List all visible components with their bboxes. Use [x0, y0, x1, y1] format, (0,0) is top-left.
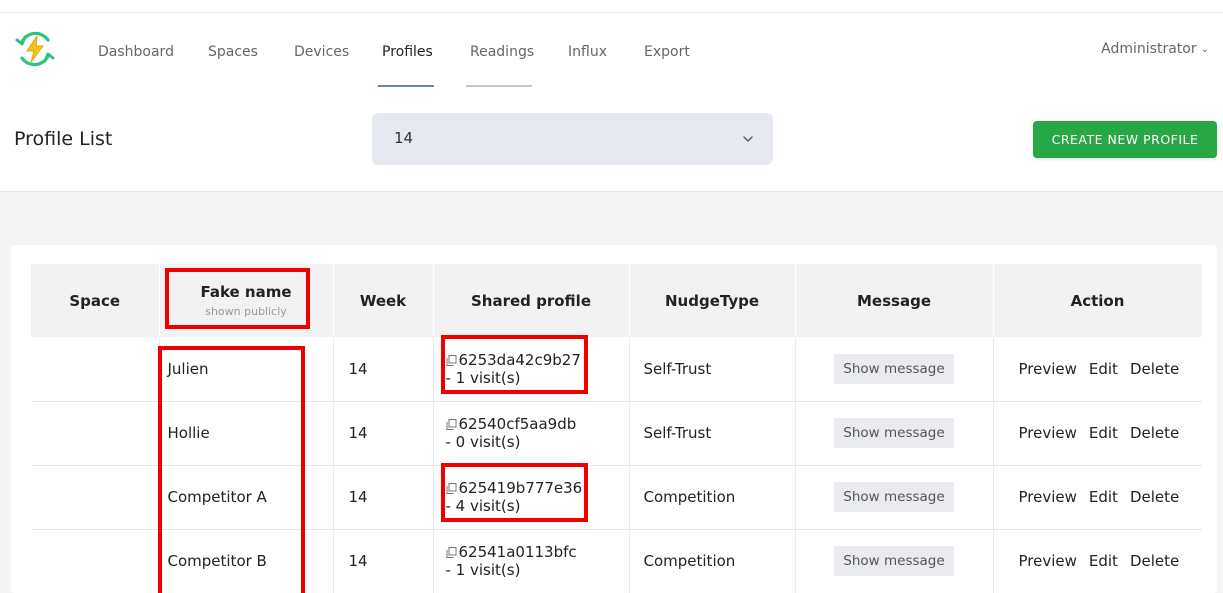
shared-profile-link[interactable]: 62540cf5aa9db	[446, 415, 629, 433]
nudge-type-cell: Competition	[628, 529, 795, 593]
space-cell	[31, 337, 159, 402]
nav-spaces[interactable]: Spaces	[208, 44, 258, 60]
show-message-button[interactable]: Show message	[834, 546, 954, 576]
fake-name-cell: Julien	[158, 337, 333, 402]
preview-link[interactable]: Preview	[1019, 488, 1077, 506]
space-cell	[31, 401, 159, 466]
col-header-nudge-type: NudgeType	[629, 264, 796, 337]
app-logo-icon[interactable]	[14, 28, 56, 70]
space-cell	[31, 465, 159, 530]
show-message-button[interactable]: Show message	[834, 482, 954, 512]
shared-profile-id: 62541a0113bfc	[458, 543, 577, 561]
shared-profile-cell: 62541a0113bfc - 1 visit(s)	[432, 529, 629, 593]
page-title: Profile List	[14, 128, 113, 150]
fake-name-sublabel: shown publicly	[205, 305, 287, 318]
preview-link[interactable]: Preview	[1019, 360, 1077, 378]
delete-link[interactable]: Delete	[1130, 424, 1179, 442]
shared-profile-id: 6253da42c9b27	[458, 350, 581, 369]
actions-cell: Preview Edit Delete	[992, 465, 1202, 530]
col-header-shared-profile: Shared profile	[433, 264, 630, 337]
week-cell: 14	[332, 529, 433, 593]
actions-cell: Preview Edit Delete	[992, 401, 1202, 466]
delete-link[interactable]: Delete	[1130, 360, 1179, 378]
actions-cell: Preview Edit Delete	[992, 529, 1202, 593]
table-row: Competitor A 14 625419b777e36 - 4 visit(…	[31, 465, 1202, 530]
nav-readings[interactable]: Readings	[470, 44, 534, 60]
col-header-week: Week	[333, 264, 434, 337]
visit-count: - 1 visit(s)	[445, 368, 521, 387]
visit-count: - 1 visit(s)	[445, 561, 521, 579]
profiles-table: Space Fake name shown publicly Week Shar…	[31, 264, 1203, 593]
table-row: Hollie 14 62540cf5aa9db - 0 visit(s) Sel…	[31, 401, 1202, 466]
week-cell: 14	[332, 465, 433, 530]
edit-link[interactable]: Edit	[1089, 424, 1118, 442]
table-header-row: Space Fake name shown publicly Week Shar…	[31, 264, 1203, 337]
nudge-type-cell: Self-Trust	[628, 337, 795, 402]
copy-icon	[446, 547, 456, 558]
edit-link[interactable]: Edit	[1089, 552, 1118, 570]
chevron-down-icon	[743, 136, 753, 142]
col-header-space: Space	[31, 264, 160, 337]
fake-name-cell: Competitor B	[158, 529, 333, 593]
nav-active-indicator	[378, 85, 434, 87]
chevron-down-icon: ⌄	[1200, 44, 1209, 55]
week-select-value: 14	[394, 129, 414, 147]
preview-link[interactable]: Preview	[1019, 552, 1077, 570]
table-row: Julien 14 6253da42c9b27 - 1 visit(s) Sel…	[31, 337, 1202, 402]
nav-hover-indicator	[466, 85, 532, 87]
col-header-message: Message	[795, 264, 994, 337]
nav-devices[interactable]: Devices	[294, 44, 349, 60]
message-cell: Show message	[794, 529, 993, 593]
delete-link[interactable]: Delete	[1130, 488, 1179, 506]
show-message-button[interactable]: Show message	[834, 418, 954, 448]
nav-export[interactable]: Export	[644, 44, 690, 60]
week-cell: 14	[332, 401, 433, 466]
shared-profile-cell: 62540cf5aa9db - 0 visit(s)	[432, 401, 629, 466]
copy-icon	[446, 419, 456, 430]
fake-name-label: Fake name	[200, 283, 292, 301]
actions-cell: Preview Edit Delete	[992, 337, 1202, 402]
edit-link[interactable]: Edit	[1089, 488, 1118, 506]
visit-count: - 4 visit(s)	[445, 497, 521, 515]
fake-name-cell: Hollie	[158, 401, 333, 466]
message-cell: Show message	[794, 401, 993, 466]
space-cell	[31, 529, 159, 593]
preview-link[interactable]: Preview	[1019, 424, 1077, 442]
show-message-button[interactable]: Show message	[834, 353, 954, 384]
shared-profile-link[interactable]: 625419b777e36	[446, 479, 629, 497]
visit-count: - 0 visit(s)	[445, 433, 521, 451]
week-cell: 14	[332, 337, 433, 402]
nav-dashboard[interactable]: Dashboard	[98, 44, 174, 60]
shared-profile-link[interactable]: 6253da42c9b27	[446, 351, 629, 369]
top-navbar: Dashboard Spaces Devices Profiles Readin…	[0, 0, 1223, 87]
nudge-type-cell: Self-Trust	[628, 401, 795, 466]
shared-profile-id: 62540cf5aa9db	[458, 415, 577, 433]
week-select[interactable]: 14	[372, 113, 773, 165]
table-row: Competitor B 14 62541a0113bfc - 1 visit(…	[31, 529, 1202, 593]
create-new-profile-button[interactable]: CREATE NEW PROFILE	[1033, 121, 1217, 158]
edit-link[interactable]: Edit	[1089, 360, 1118, 378]
nav-profiles[interactable]: Profiles	[382, 44, 433, 60]
shared-profile-cell: 625419b777e36 - 4 visit(s)	[432, 465, 629, 530]
user-menu[interactable]: Administrator ⌄	[1101, 41, 1209, 57]
message-cell: Show message	[794, 465, 993, 530]
shared-profile-cell: 6253da42c9b27 - 1 visit(s)	[432, 337, 629, 402]
user-name: Administrator	[1101, 41, 1197, 57]
copy-icon	[446, 483, 456, 494]
shared-profile-id: 625419b777e36	[458, 479, 583, 497]
message-cell: Show message	[794, 337, 993, 402]
delete-link[interactable]: Delete	[1130, 552, 1179, 570]
col-header-action: Action	[993, 264, 1203, 337]
col-header-fake-name: Fake name shown publicly	[159, 264, 334, 337]
nav-influx[interactable]: Influx	[568, 44, 607, 60]
copy-icon	[446, 354, 456, 366]
fake-name-cell: Competitor A	[158, 465, 333, 530]
shared-profile-link[interactable]: 62541a0113bfc	[446, 543, 629, 561]
nudge-type-cell: Competition	[628, 465, 795, 530]
